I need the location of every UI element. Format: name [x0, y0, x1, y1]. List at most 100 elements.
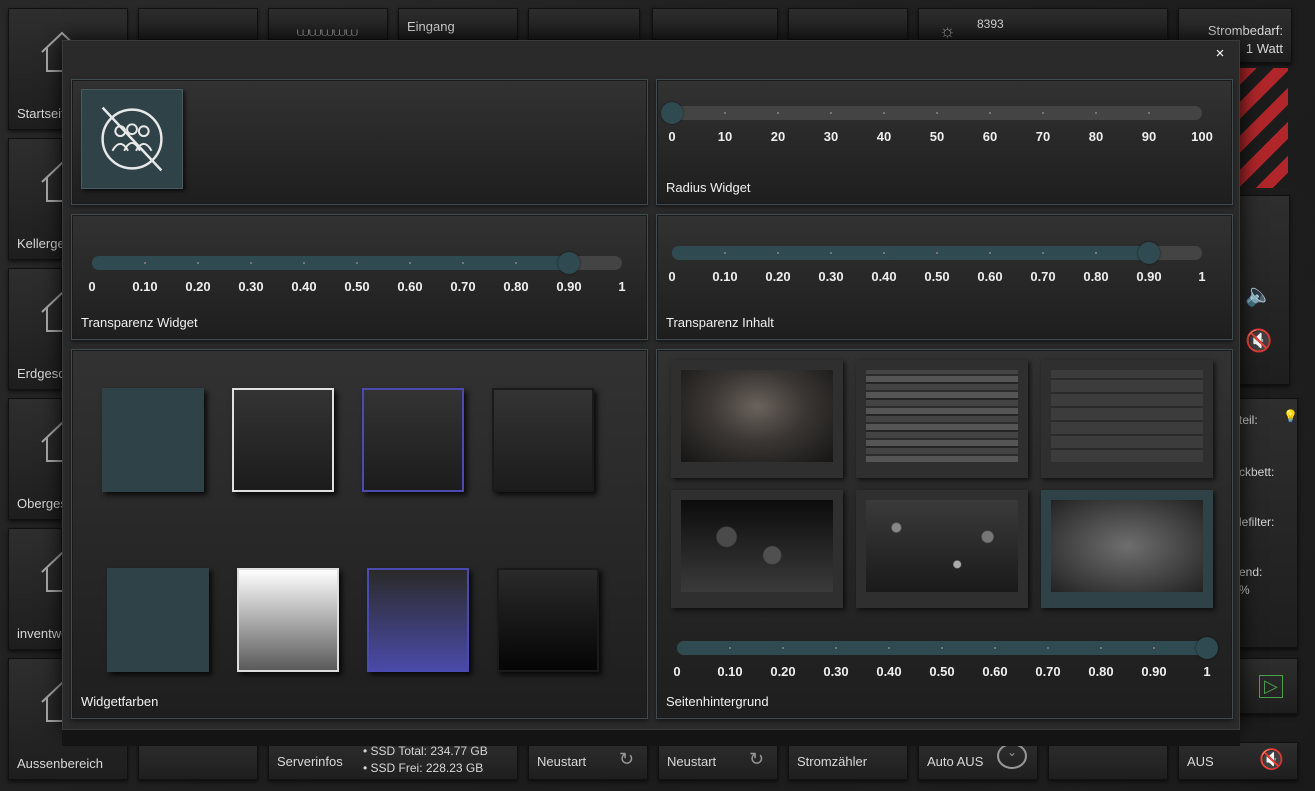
transparenz-widget-title: Transparenz Widget [81, 315, 198, 330]
slider-tick-label: 20 [770, 129, 786, 144]
slider-tick [1148, 112, 1150, 114]
tile-aus[interactable]: AUS 🔇 [1178, 742, 1298, 780]
slider-tick-label: 0.20 [185, 279, 211, 294]
slider-tick [994, 647, 996, 649]
tile-neustart-1[interactable]: Neustart ↻ [528, 742, 648, 780]
tile-inventwo[interactable]: inventwo [8, 528, 83, 650]
status-lefilter: lefilter: [1239, 515, 1275, 529]
background-option-concrete-wall[interactable] [1041, 490, 1213, 608]
color-swatch[interactable] [102, 388, 204, 492]
radius-slider[interactable]: 0 10 20 30 40 50 60 70 80 90 100 [661, 102, 1213, 144]
dialog-bottom-bar [62, 730, 1240, 746]
tile-label: inventwo [17, 626, 63, 641]
tile-eingang[interactable]: Eingang [398, 8, 518, 40]
tile-speaker[interactable]: 🔈 🔇 [1238, 195, 1290, 385]
slider-tick-label: 0.90 [1141, 664, 1167, 679]
slider-tick [936, 112, 938, 114]
transparenz-inhalt-title: Transparenz Inhalt [666, 315, 774, 330]
background-option-hexagon-tiles[interactable] [671, 490, 843, 608]
color-swatch[interactable] [362, 388, 464, 492]
slider-thumb[interactable] [1196, 637, 1218, 659]
slider-tick [830, 112, 832, 114]
tile-erdgeschoss[interactable]: Erdgeschoss [8, 268, 83, 390]
tile-serverinfos[interactable]: Serverinfos • SSD Total: 234.77 GB • SSD… [268, 742, 518, 780]
tile-top-3[interactable]: ⩊⩊⩊⩊⩊ [268, 8, 388, 40]
close-button[interactable]: × [1211, 45, 1229, 63]
color-swatch[interactable] [497, 568, 599, 672]
tile-top-7[interactable] [788, 8, 908, 40]
color-swatch[interactable] [232, 388, 334, 492]
tile-play[interactable]: ▷ [1238, 658, 1298, 714]
slider-tick [989, 112, 991, 114]
slider-tick-label: 10 [717, 129, 733, 144]
slider-tick-label: 0.80 [1088, 664, 1114, 679]
slider-tick-label: 80 [1088, 129, 1104, 144]
no-group-icon [101, 106, 163, 172]
status-end: end: [1239, 565, 1263, 579]
slider-tick [250, 262, 252, 264]
slider-tick-label: 0 [88, 279, 96, 294]
seitenhintergrund-slider[interactable]: 0 0.10 0.20 0.30 0.40 0.50 0.60 0.70 0.80 0.90 1 [673, 637, 1218, 679]
slider-tick-label: 0.30 [238, 279, 264, 294]
background-option-gravel-stones[interactable] [856, 490, 1028, 608]
tile-top-2[interactable] [138, 8, 258, 40]
slider-thumb[interactable] [661, 102, 683, 124]
slider-tick-label: 0.80 [1083, 269, 1109, 284]
transparenz-inhalt-panel: 0 0.10 0.20 0.30 0.40 0.50 0.60 0.70 0.80 0.90 1 T… [656, 214, 1233, 340]
neustart-label: Neustart [537, 754, 587, 769]
slider-tick [144, 262, 146, 264]
slider-tick [936, 252, 938, 254]
slider-tick-label: 0 [668, 129, 676, 144]
tile-neustart-2[interactable]: Neustart ↻ [658, 742, 778, 780]
slider-tick-label: 0.90 [556, 279, 582, 294]
slider-tick [1042, 112, 1044, 114]
slider-tick-label: 0.90 [1136, 269, 1162, 284]
tile-bottom-empty[interactable] [1048, 742, 1168, 780]
color-swatch[interactable] [237, 568, 339, 672]
slider-tick-label: 40 [876, 129, 892, 144]
background-option-grey-horizontal-planks[interactable] [1041, 360, 1213, 478]
eingang-label: Eingang [407, 19, 455, 34]
icon-tile[interactable] [81, 89, 183, 189]
tile-weather[interactable]: ☼ 8393 [918, 8, 1168, 41]
tile-top-5[interactable] [528, 8, 640, 40]
slider-tick [356, 262, 358, 264]
background-thumbnail [866, 370, 1018, 462]
tile-stromzaehler[interactable]: Stromzähler [788, 742, 908, 780]
slider-tick [989, 252, 991, 254]
slider-tick-label: 0.30 [823, 664, 849, 679]
slider-tick-label: 70 [1035, 129, 1051, 144]
slider-thumb[interactable] [1138, 242, 1160, 264]
tile-bottom-2[interactable] [138, 742, 258, 780]
slider-tick-label: 0.70 [1030, 269, 1056, 284]
heater-icon: ⩊⩊⩊⩊⩊ [297, 25, 358, 39]
slider-tick-label: 0.10 [132, 279, 158, 294]
slider-tick-label: 0.50 [924, 269, 950, 284]
color-swatch[interactable] [107, 568, 209, 672]
transparenz-widget-panel: 0 0.10 0.20 0.30 0.40 0.50 0.60 0.70 0.80 0.90 1 T… [71, 214, 648, 340]
slider-tick [409, 262, 411, 264]
ssd-frei: • SSD Frei: 228.23 GB [363, 761, 484, 775]
auto-aus-label: Auto AUS [927, 754, 984, 769]
slider-tick-label: 0.10 [717, 664, 743, 679]
play-icon: ▷ [1259, 675, 1283, 698]
background-option-stone-tile-planks[interactable] [856, 360, 1028, 478]
color-swatch[interactable] [492, 388, 594, 492]
slider-tick-label: 0 [673, 664, 681, 679]
slider-tick-label: 0.60 [397, 279, 423, 294]
tile-top-6[interactable] [652, 8, 778, 40]
transparenz-inhalt-slider[interactable]: 0 0.10 0.20 0.30 0.40 0.50 0.60 0.70 0.80 0.90 1 [668, 242, 1206, 284]
slider-tick-label: 0 [668, 269, 676, 284]
tile-kellergeschoss[interactable]: Kellergeschoss [8, 138, 83, 260]
icon-panel [71, 79, 648, 205]
slider-thumb[interactable] [558, 252, 580, 274]
slider-tick [835, 647, 837, 649]
slider-tick-label: 90 [1141, 129, 1157, 144]
transparenz-widget-slider[interactable]: 0 0.10 0.20 0.30 0.40 0.50 0.60 0.70 0.80 0.90 1 [88, 252, 626, 294]
color-swatch[interactable] [367, 568, 469, 672]
slider-tick-label: 0.80 [503, 279, 529, 294]
tile-obergeschoss[interactable]: Obergeschoss [8, 398, 83, 520]
background-option-dark-wood-boards[interactable] [671, 360, 843, 478]
speaker-off-icon: 🔇 [1245, 328, 1273, 353]
tile-auto-aus[interactable]: Auto AUS ⌄ [918, 742, 1038, 780]
